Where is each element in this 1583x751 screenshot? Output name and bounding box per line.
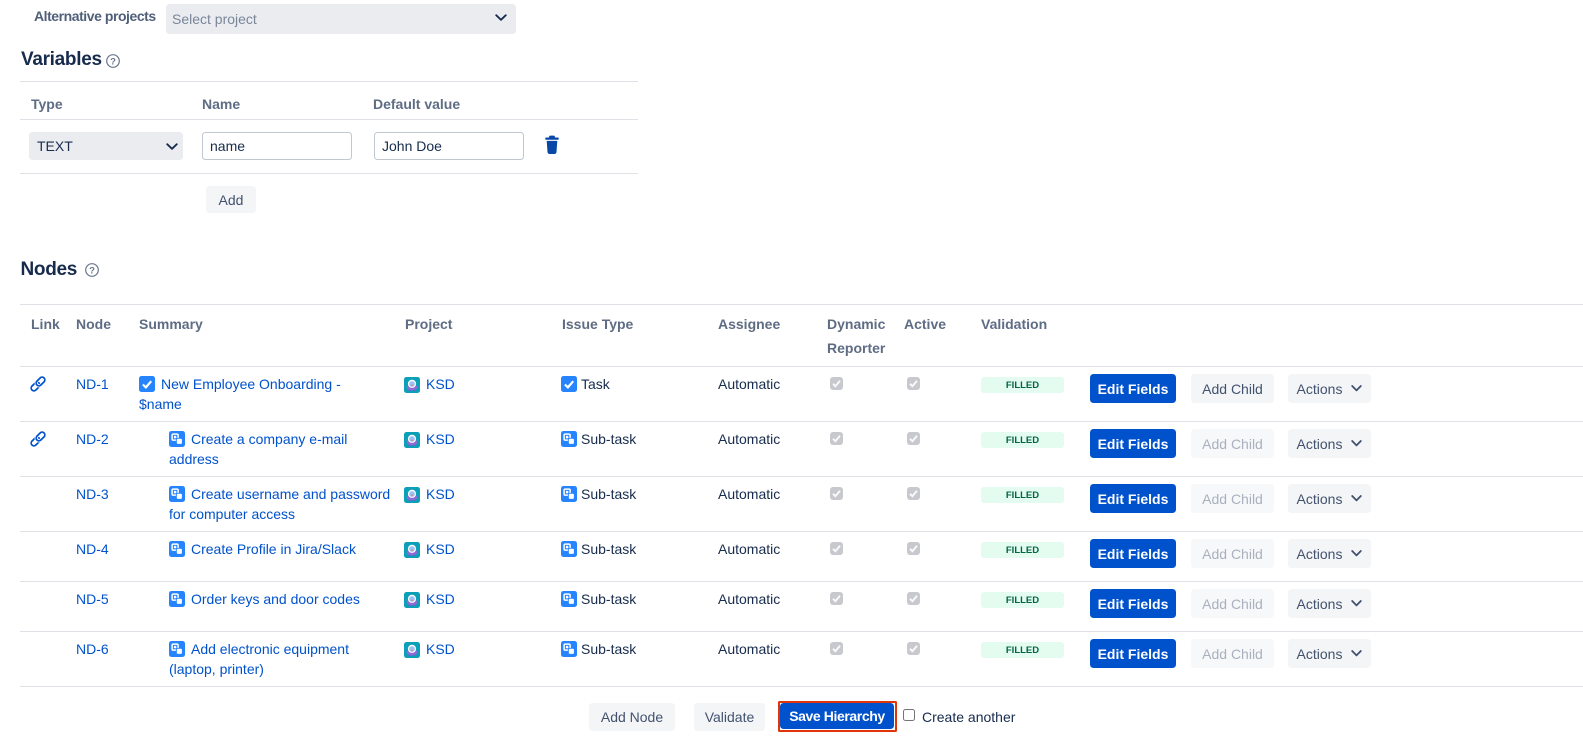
svg-text:?: ? [110,56,116,67]
svg-text:?: ? [89,265,95,276]
